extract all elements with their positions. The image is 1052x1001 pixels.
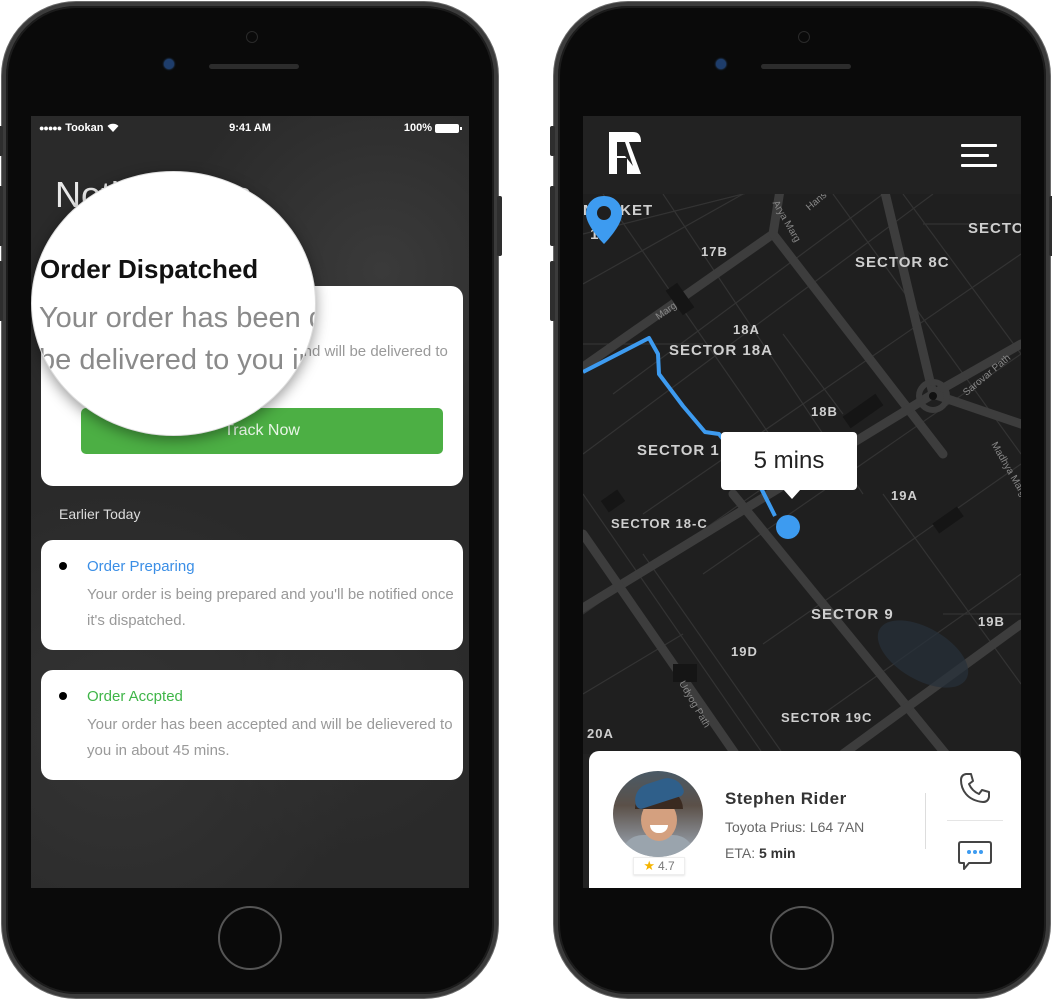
- front-sensor: [246, 31, 258, 43]
- notification-body: Your order is being prepared and you'll …: [87, 586, 454, 629]
- eta-tooltip: 5 mins: [721, 432, 857, 499]
- rating-value: 4.7: [657, 859, 675, 873]
- volume-down-button: [550, 261, 555, 321]
- map-label: 18B: [811, 404, 838, 419]
- mute-switch: [0, 126, 3, 156]
- driver-location-marker[interactable]: [776, 515, 800, 539]
- eta-label: ETA:: [725, 845, 756, 861]
- front-camera: [164, 59, 174, 69]
- eta-value: 5 min: [758, 845, 796, 861]
- battery-icon: [435, 123, 462, 133]
- phone-frame-right: MARKET : 17 17B SECTOR 8C SECTO 18A SECT…: [550, 2, 1052, 998]
- section-label-earlier-today: Earlier Today: [59, 506, 141, 522]
- map-label: 19A: [891, 488, 918, 503]
- map-label: SECTOR 9: [811, 606, 894, 623]
- driver-rating-badge: ★ 4.7: [633, 857, 685, 875]
- home-button[interactable]: [218, 906, 282, 970]
- mute-switch: [550, 126, 555, 156]
- map-label: SECTO: [968, 220, 1021, 237]
- map-label: SECTOR 8C: [855, 254, 950, 271]
- volume-down-button: [0, 261, 3, 321]
- driver-name: Stephen Rider: [725, 789, 847, 808]
- notification-body: Your order has been accepted and will be…: [87, 716, 453, 759]
- map-label: 19B: [978, 614, 1005, 629]
- phone-frame-left: ●●●●● Tookan 9:41 AM 100% Notifications …: [0, 2, 502, 998]
- magnified-body: Your order has been dispatched and will …: [39, 302, 315, 376]
- map-label: 17B: [701, 244, 728, 259]
- phone-icon: [960, 773, 990, 803]
- divider: [925, 793, 926, 849]
- star-icon: ★: [643, 858, 655, 873]
- notifications-screen: ●●●●● Tookan 9:41 AM 100% Notifications …: [31, 116, 469, 888]
- magnifier-lens: Order Dispatched Your order has been dis…: [31, 171, 316, 436]
- map-label: 20A: [587, 726, 614, 741]
- divider: [947, 820, 1003, 821]
- featured-notification-title: Order Dispatched: [40, 254, 259, 284]
- notification-title: Order Preparing: [87, 558, 195, 575]
- earpiece-speaker: [761, 64, 851, 69]
- status-bar: ●●●●● Tookan 9:41 AM 100%: [31, 122, 469, 138]
- volume-up-button: [0, 186, 3, 246]
- front-sensor: [798, 31, 810, 43]
- map-label: SECTOR 19C: [781, 710, 873, 725]
- driver-vehicle: Toyota Prius: L64 7AN: [725, 819, 865, 835]
- notification-title: Order Accpted: [87, 688, 183, 705]
- map-label: SECTOR 1: [637, 442, 720, 459]
- map-label: 18A: [733, 322, 760, 337]
- front-camera: [716, 59, 726, 69]
- unread-dot-icon: [59, 692, 67, 700]
- tracking-screen: MARKET : 17 17B SECTOR 8C SECTO 18A SECT…: [583, 116, 1021, 888]
- battery-percent: 100%: [403, 122, 432, 134]
- app-header: [583, 116, 1021, 194]
- map-view[interactable]: MARKET : 17 17B SECTOR 8C SECTO 18A SECT…: [583, 194, 1021, 754]
- message-driver-button[interactable]: [957, 839, 993, 873]
- power-button: [497, 196, 502, 256]
- call-driver-button[interactable]: [957, 771, 993, 807]
- destination-pin-icon[interactable]: [583, 194, 625, 246]
- driver-avatar: [613, 771, 703, 857]
- map-label: SECTOR 18-C: [611, 516, 708, 531]
- driver-eta: ETA: 5 min: [725, 845, 796, 861]
- brand-logo-icon[interactable]: [607, 130, 643, 176]
- map-label: SECTOR 18A: [669, 342, 773, 359]
- home-button[interactable]: [770, 906, 834, 970]
- notification-card[interactable]: Order Accpted Your order has been accept…: [41, 670, 463, 780]
- earpiece-speaker: [209, 64, 299, 69]
- notification-card[interactable]: Order Preparing Your order is being prep…: [41, 540, 463, 650]
- unread-dot-icon: [59, 562, 67, 570]
- volume-up-button: [550, 186, 555, 246]
- map-label: 19D: [731, 644, 758, 659]
- chat-bubble-icon: [958, 841, 992, 870]
- hamburger-menu-icon[interactable]: [961, 142, 997, 170]
- driver-info-card: ★ 4.7 Stephen Rider Toyota Prius: L64 7A…: [589, 751, 1021, 888]
